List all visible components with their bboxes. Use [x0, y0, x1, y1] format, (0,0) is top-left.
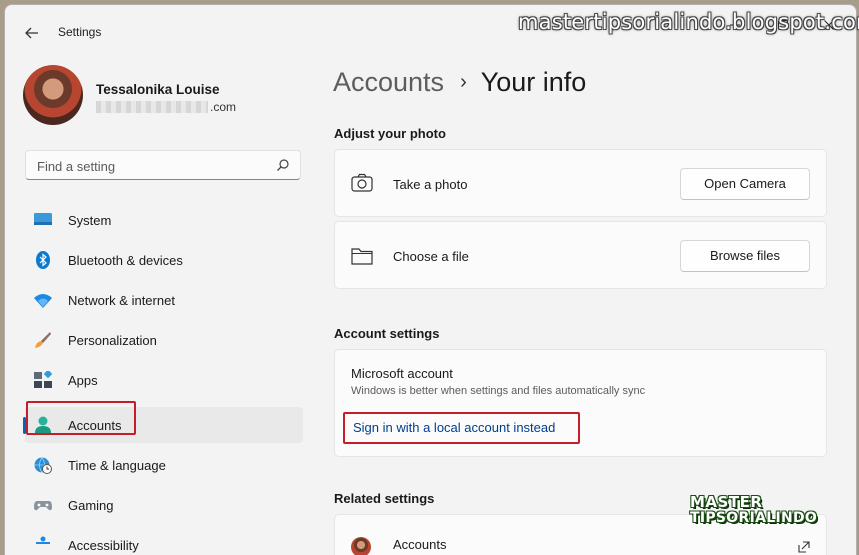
- app-title: Settings: [58, 25, 102, 39]
- email-redacted: [96, 101, 208, 113]
- gamepad-icon: [34, 501, 52, 511]
- microsoft-account-title: Microsoft account: [351, 366, 453, 381]
- sidebar-item-personalization[interactable]: Personalization: [25, 322, 303, 358]
- related-accounts-avatar: [351, 537, 371, 555]
- choose-file-label: Choose a file: [393, 249, 469, 264]
- browse-files-button[interactable]: Browse files: [680, 240, 810, 272]
- account-settings-heading: Account settings: [334, 326, 440, 341]
- logo-line-1: MASTER: [690, 493, 763, 511]
- accounts-highlight-box: [26, 401, 136, 435]
- user-name: Tessalonika Louise: [96, 82, 220, 97]
- site-logo: MASTER TIPSORIALINDO: [690, 494, 817, 526]
- related-settings-heading: Related settings: [334, 491, 435, 506]
- local-account-link[interactable]: Sign in with a local account instead: [343, 412, 580, 444]
- wifi-icon: [34, 294, 52, 308]
- folder-icon: [351, 248, 373, 265]
- take-photo-card: Take a photo Open Camera: [334, 149, 827, 217]
- choose-file-card: Choose a file Browse files: [334, 221, 827, 289]
- user-email: .com: [210, 100, 237, 114]
- microsoft-account-card: Microsoft account Windows is better when…: [334, 349, 827, 457]
- sidebar-item-apps[interactable]: Apps: [25, 362, 303, 398]
- sidebar-item-accessibility[interactable]: Accessibility: [25, 527, 303, 555]
- user-profile[interactable]: Tessalonika Louise .com: [23, 65, 303, 129]
- avatar: [23, 65, 83, 125]
- apps-icon: [34, 371, 52, 388]
- bluetooth-icon: [36, 251, 50, 269]
- logo-line-2: TIPSORIALINDO: [690, 510, 818, 526]
- search-box[interactable]: [25, 150, 301, 180]
- globe-clock-icon: [34, 457, 52, 474]
- sidebar-item-gaming[interactable]: Gaming: [25, 487, 303, 523]
- breadcrumb-separator: ›: [460, 71, 467, 93]
- related-accounts-label: Accounts: [393, 537, 447, 552]
- search-icon[interactable]: [276, 158, 290, 172]
- back-button[interactable]: [19, 21, 45, 45]
- external-link-icon: [798, 541, 810, 553]
- settings-window: Settings Tessalonika Louise .com System …: [4, 4, 857, 555]
- monitor-icon: [34, 213, 52, 225]
- sidebar-item-bluetooth-devices[interactable]: Bluetooth & devices: [25, 242, 303, 278]
- camera-icon: [351, 173, 373, 192]
- accessibility-icon: [36, 536, 50, 544]
- breadcrumb: Accounts › Your info: [333, 67, 586, 98]
- brush-icon: [35, 332, 51, 348]
- arrow-left-icon: [25, 27, 38, 39]
- breadcrumb-parent[interactable]: Accounts: [333, 67, 444, 97]
- sidebar-item-network-internet[interactable]: Network & internet: [25, 282, 303, 318]
- take-photo-label: Take a photo: [393, 177, 468, 192]
- sidebar-item-time-language[interactable]: Time & language: [25, 447, 303, 483]
- microsoft-account-description: Windows is better when settings and file…: [351, 385, 646, 397]
- adjust-photo-heading: Adjust your photo: [334, 126, 446, 141]
- search-input[interactable]: [35, 156, 269, 176]
- watermark: mastertipsorialindo.blogspot.com: [518, 10, 859, 34]
- open-camera-button[interactable]: Open Camera: [680, 168, 810, 200]
- sidebar-item-system[interactable]: System: [25, 202, 303, 238]
- page-title: Your info: [480, 67, 587, 97]
